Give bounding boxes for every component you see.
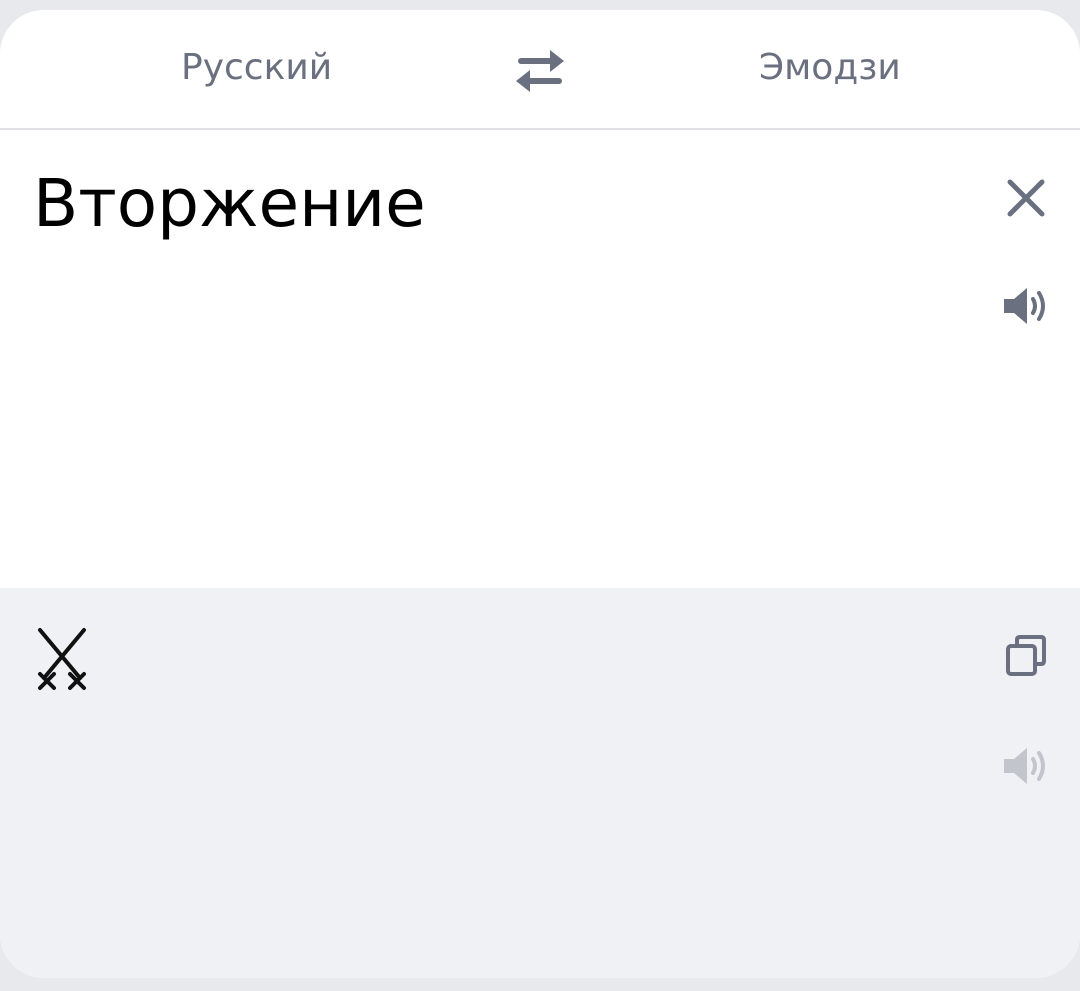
close-icon <box>1007 179 1045 217</box>
speaker-icon <box>1004 748 1045 784</box>
target-language-button[interactable]: Эмодзи <box>759 44 901 92</box>
result-panel <box>0 588 1080 978</box>
speaker-icon <box>1004 288 1045 324</box>
source-language-button[interactable]: Русский <box>181 44 332 92</box>
speak-result-button[interactable] <box>1000 742 1052 790</box>
source-text-input[interactable]: Вторжение <box>33 160 426 248</box>
clear-button[interactable] <box>1000 172 1052 224</box>
translator-card: Русский Эмодзи Вторжение <box>0 10 1080 978</box>
swap-arrows-icon <box>516 50 564 92</box>
copy-icon <box>1006 635 1046 676</box>
language-bar: Русский Эмодзи <box>0 10 1080 130</box>
copy-button[interactable] <box>1002 632 1050 680</box>
source-panel: Вторжение <box>0 130 1080 588</box>
result-emoji <box>32 626 92 692</box>
crossed-swords-icon <box>38 628 86 690</box>
speak-source-button[interactable] <box>1000 282 1052 330</box>
swap-languages-button[interactable] <box>512 48 568 94</box>
